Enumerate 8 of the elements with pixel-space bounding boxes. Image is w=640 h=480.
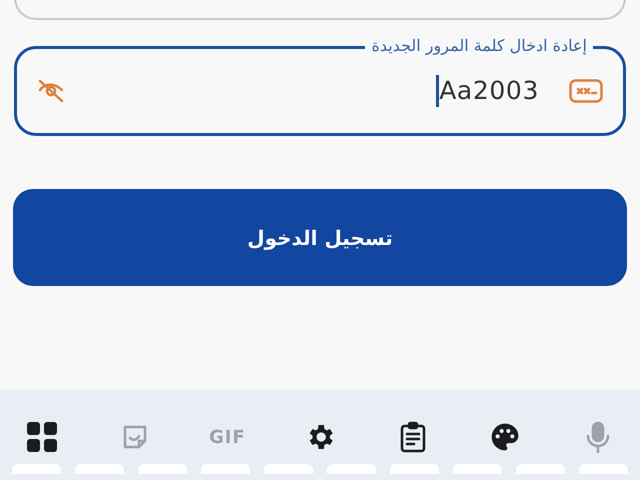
apps-grid-icon[interactable]	[26, 421, 58, 453]
login-button[interactable]: تسجيل الدخول	[13, 189, 627, 286]
password-field[interactable]	[14, 0, 626, 20]
password-value: Aa2003	[439, 75, 539, 108]
text-cursor	[436, 75, 440, 107]
keyboard-icon[interactable]	[569, 79, 603, 103]
clipboard-icon[interactable]	[398, 421, 427, 453]
palette-icon[interactable]	[489, 421, 522, 453]
